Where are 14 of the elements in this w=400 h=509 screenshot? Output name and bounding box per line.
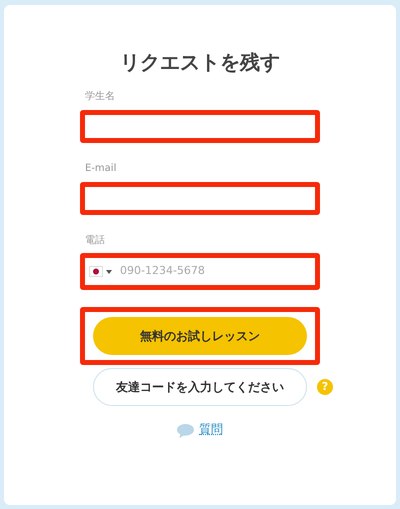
speech-bubble-icon — [177, 424, 194, 438]
friend-code-button[interactable]: 友達コードを入力してください — [93, 368, 307, 406]
form-title: リクエストを残す — [120, 49, 280, 76]
field-label: E-mail — [85, 162, 118, 176]
phone-input-field[interactable]: 090-1234-5678 — [120, 263, 311, 280]
trial-lesson-button[interactable]: 無料のお試しレッスン — [93, 317, 307, 355]
field-label: 電話 — [85, 234, 106, 248]
caret-icon[interactable] — [106, 270, 112, 274]
field-label: 学生名 — [85, 90, 116, 104]
phone-field[interactable]: 090-1234-5678 — [80, 253, 320, 290]
input-field[interactable] — [80, 110, 320, 143]
input-field[interactable] — [80, 182, 320, 215]
question-link[interactable]: 質問 — [199, 420, 223, 438]
flag-icon[interactable] — [89, 266, 103, 277]
